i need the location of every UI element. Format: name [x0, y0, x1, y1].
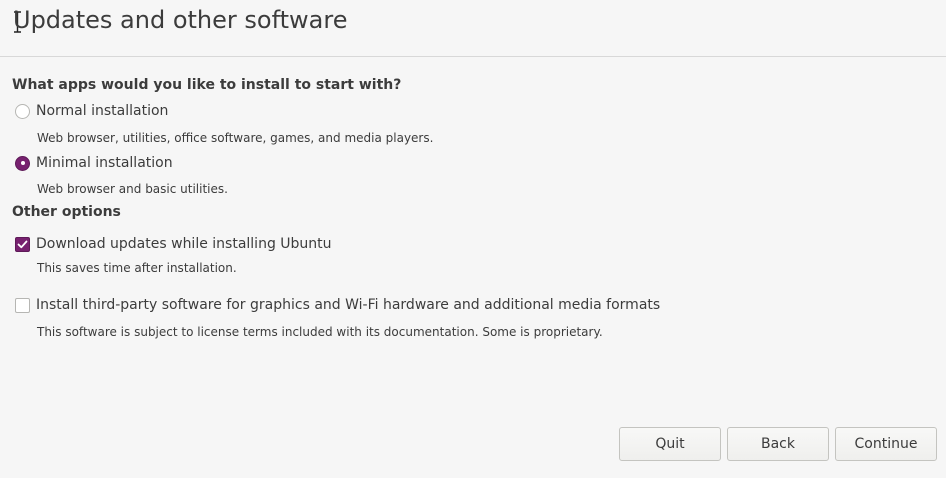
radio-unchecked-icon[interactable]: [15, 103, 30, 119]
third-party-software-checkbox[interactable]: Install third-party software for graphic…: [15, 297, 660, 313]
download-updates-checkbox[interactable]: Download updates while installing Ubuntu: [15, 236, 332, 252]
normal-installation-description: Web browser, utilities, office software,…: [37, 131, 434, 145]
checkbox-checked-icon[interactable]: [15, 236, 30, 252]
download-updates-description: This saves time after installation.: [37, 261, 237, 275]
third-party-software-label[interactable]: Install third-party software for graphic…: [36, 297, 660, 313]
back-button[interactable]: Back: [727, 427, 829, 461]
page-header: Updates and other software: [0, 0, 946, 57]
page-title: Updates and other software: [13, 6, 348, 34]
checkbox-unchecked-icon[interactable]: [15, 297, 30, 313]
minimal-installation-description: Web browser and basic utilities.: [37, 182, 228, 196]
download-updates-label[interactable]: Download updates while installing Ubuntu: [36, 236, 332, 252]
install-type-question: What apps would you like to install to s…: [12, 77, 402, 93]
third-party-software-description: This software is subject to license term…: [37, 325, 603, 339]
minimal-installation-radio[interactable]: Minimal installation: [15, 155, 173, 171]
normal-installation-label[interactable]: Normal installation: [36, 103, 168, 119]
minimal-installation-label[interactable]: Minimal installation: [36, 155, 173, 171]
continue-button[interactable]: Continue: [835, 427, 937, 461]
radio-checked-icon[interactable]: [15, 155, 30, 171]
other-options-heading: Other options: [12, 204, 121, 220]
normal-installation-radio[interactable]: Normal installation: [15, 103, 168, 119]
quit-button[interactable]: Quit: [619, 427, 721, 461]
